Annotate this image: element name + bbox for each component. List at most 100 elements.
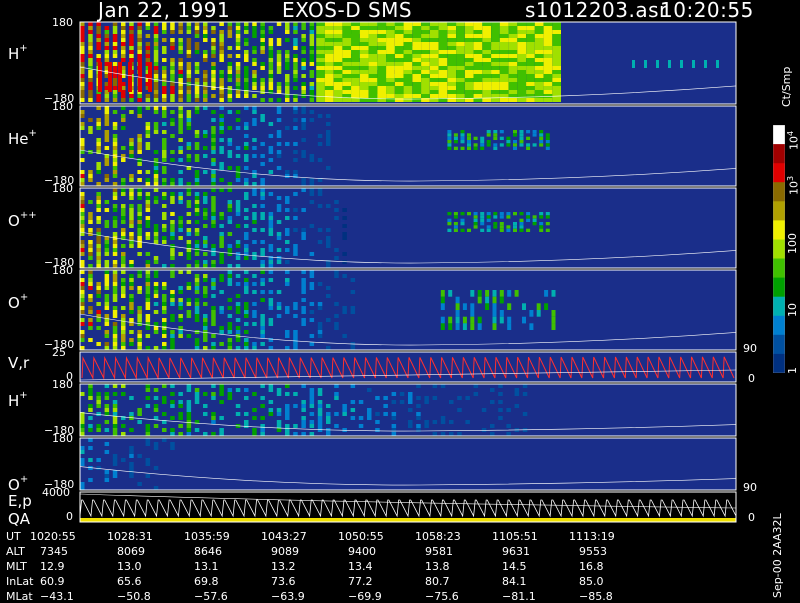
cell [203, 338, 208, 342]
cell [145, 252, 151, 256]
cell [244, 224, 249, 228]
cell [112, 166, 118, 170]
cell [480, 212, 485, 216]
cell [486, 228, 491, 232]
cell [219, 256, 224, 260]
cell [309, 342, 315, 346]
cell [235, 310, 241, 314]
cell [412, 30, 422, 34]
cell [121, 212, 126, 216]
cell [438, 86, 448, 90]
cell [145, 326, 151, 330]
cell [293, 248, 298, 252]
cell [386, 82, 395, 86]
cell [137, 208, 142, 212]
cell [153, 330, 159, 334]
cell [438, 30, 448, 34]
cell [252, 392, 257, 396]
cell [268, 66, 274, 70]
cell [153, 166, 159, 170]
cell [211, 110, 216, 114]
cell [480, 140, 485, 144]
cell [324, 58, 334, 62]
cell [482, 90, 491, 94]
cell [145, 334, 151, 338]
cell [552, 38, 561, 42]
cell [170, 400, 175, 404]
cell [178, 392, 183, 396]
cell [394, 62, 404, 66]
cell [162, 286, 167, 290]
cell [194, 146, 200, 150]
cell [104, 428, 110, 432]
cell [96, 428, 101, 432]
cell [178, 200, 183, 204]
cell [473, 146, 478, 150]
cell [260, 82, 265, 86]
cell [194, 154, 200, 158]
cell [293, 58, 298, 62]
cell [552, 62, 561, 66]
cell [506, 408, 511, 412]
cell [293, 432, 298, 436]
cell [429, 38, 439, 42]
cell [194, 264, 200, 268]
cell [260, 30, 265, 34]
cell [508, 78, 518, 82]
cell [526, 78, 535, 82]
cell [268, 86, 274, 90]
cell [448, 290, 453, 297]
cell [493, 222, 498, 226]
cell [386, 26, 395, 30]
cell [301, 432, 306, 436]
cell [552, 58, 561, 62]
cell [519, 136, 524, 140]
cell [244, 158, 249, 162]
cell [145, 170, 151, 174]
cell [498, 416, 503, 420]
cell [121, 256, 126, 260]
cell [293, 74, 298, 78]
cell [170, 432, 175, 436]
cell [162, 50, 167, 54]
cell [301, 110, 306, 114]
cell [211, 208, 216, 212]
cell [219, 94, 224, 98]
cell [506, 432, 511, 436]
cell [460, 140, 465, 144]
cell [137, 420, 142, 424]
cell [526, 50, 535, 54]
cell [96, 326, 101, 330]
cell [386, 42, 395, 46]
cell [145, 98, 151, 102]
cell [227, 126, 233, 130]
cell [121, 30, 126, 34]
cell [473, 22, 483, 26]
cell [203, 146, 208, 150]
cell [447, 26, 457, 30]
cell [211, 150, 216, 154]
cell [482, 54, 491, 58]
cell [121, 424, 126, 428]
cell [104, 106, 110, 110]
cell [276, 58, 282, 62]
cell [186, 264, 192, 268]
cell [552, 42, 561, 46]
cell [412, 62, 422, 66]
cell [301, 404, 306, 408]
cell [203, 264, 208, 268]
cell [539, 143, 544, 147]
cell [276, 260, 282, 264]
cell [526, 98, 535, 102]
cell [96, 106, 101, 110]
cell [391, 432, 397, 436]
panel-label-4: V,r [8, 354, 29, 372]
cell [112, 334, 118, 338]
cell [162, 334, 167, 338]
cell [326, 130, 331, 134]
cell [88, 94, 93, 98]
cell [394, 54, 404, 58]
cell [293, 142, 298, 146]
cell [252, 302, 257, 306]
cell [211, 162, 216, 166]
